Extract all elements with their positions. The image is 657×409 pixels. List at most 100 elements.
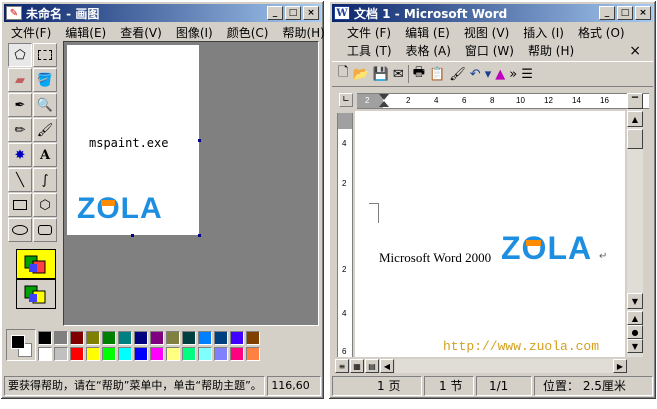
color-swatch[interactable] xyxy=(38,331,52,345)
normal-view-icon[interactable]: ≡ xyxy=(335,359,349,373)
split-handle-icon[interactable]: ▔ xyxy=(627,93,643,109)
menu-file[interactable]: 文件 (F) xyxy=(340,24,398,41)
menu-help[interactable]: 帮助 (H) xyxy=(521,42,581,59)
numbering-icon[interactable]: ☰ xyxy=(521,67,533,82)
menu-edit[interactable]: 编辑 (E) xyxy=(398,24,457,41)
previous-page-icon[interactable]: ▲ xyxy=(627,311,643,325)
maximize-button[interactable]: □ xyxy=(285,6,301,20)
mail-icon[interactable]: ✉ xyxy=(393,67,404,82)
pencil-tool-icon[interactable]: ✏ xyxy=(8,118,32,142)
word-title-bar[interactable]: W 文档 1 - Microsoft Word _ □ × xyxy=(332,4,653,22)
rect-select-tool-icon[interactable] xyxy=(33,43,57,67)
color-swatch[interactable] xyxy=(54,331,68,345)
text-tool-icon[interactable]: A xyxy=(33,143,57,167)
print-view-icon[interactable]: ▤ xyxy=(365,359,379,373)
horizontal-scrollbar[interactable]: ▶ xyxy=(395,359,627,373)
color-swatch[interactable] xyxy=(182,331,196,345)
current-colors-box[interactable] xyxy=(6,329,36,361)
open-icon[interactable]: 📂 xyxy=(352,67,368,82)
color-swatch[interactable] xyxy=(150,331,164,345)
color-swatch[interactable] xyxy=(166,347,180,361)
color-swatch[interactable] xyxy=(166,331,180,345)
color-swatch[interactable] xyxy=(214,347,228,361)
format-painter-icon[interactable]: 🖌 xyxy=(449,67,466,82)
scroll-thumb[interactable] xyxy=(627,129,643,149)
color-swatch[interactable] xyxy=(246,347,260,361)
web-view-icon[interactable]: ▦ xyxy=(350,359,364,373)
document-text[interactable]: Microsoft Word 2000 xyxy=(379,250,491,266)
document-page[interactable]: Microsoft Word 2000 ZOLA ↵ http://www.zu… xyxy=(355,111,625,357)
color-swatch[interactable] xyxy=(230,331,244,345)
color-swatch[interactable] xyxy=(54,347,68,361)
scroll-right-icon[interactable]: ▶ xyxy=(613,359,627,373)
indent-marker-icon[interactable] xyxy=(379,94,389,100)
color-swatch[interactable] xyxy=(246,331,260,345)
color-swatch[interactable] xyxy=(70,331,84,345)
menu-colors[interactable]: 颜色(C) xyxy=(220,24,276,41)
vertical-scrollbar[interactable]: ▔ ▲ ▼ ▲ ● ▼ xyxy=(627,93,643,357)
opaque-option-icon[interactable] xyxy=(16,279,56,309)
close-document-icon[interactable]: × xyxy=(629,43,641,59)
resize-handle-right[interactable] xyxy=(198,139,201,142)
color-swatch[interactable] xyxy=(86,347,100,361)
save-icon[interactable]: 💾 xyxy=(373,67,389,82)
curve-tool-icon[interactable]: ∫ xyxy=(33,168,57,192)
menu-edit[interactable]: 编辑(E) xyxy=(58,24,113,41)
transparent-option-icon[interactable] xyxy=(16,249,56,279)
fill-tool-icon[interactable]: 🪣 xyxy=(33,68,57,92)
horizontal-ruler[interactable]: 2 2 4 6 8 10 12 14 16 xyxy=(357,93,649,109)
undo-icon[interactable]: ↶ ▾ xyxy=(470,67,492,82)
magnifier-tool-icon[interactable]: 🔍 xyxy=(33,93,57,117)
color-swatch[interactable] xyxy=(38,347,52,361)
menu-table[interactable]: 表格 (A) xyxy=(399,42,458,59)
menu-view[interactable]: 视图 (V) xyxy=(457,24,516,41)
color-swatch[interactable] xyxy=(102,331,116,345)
menu-window[interactable]: 窗口 (W) xyxy=(458,42,521,59)
color-swatch[interactable] xyxy=(182,347,196,361)
color-swatch[interactable] xyxy=(118,347,132,361)
rectangle-tool-icon[interactable] xyxy=(8,193,32,217)
close-button[interactable]: × xyxy=(635,6,651,20)
indent-marker-bottom-icon[interactable] xyxy=(379,101,389,107)
menu-help[interactable]: 帮助(H) xyxy=(275,24,331,41)
menu-format[interactable]: 格式 (O) xyxy=(571,24,632,41)
brush-tool-icon[interactable]: 🖌 xyxy=(33,118,57,142)
print-icon[interactable]: 🖶 xyxy=(413,63,425,85)
line-tool-icon[interactable]: ╲ xyxy=(8,168,32,192)
color-swatch[interactable] xyxy=(150,347,164,361)
color-swatch[interactable] xyxy=(134,347,148,361)
maximize-button[interactable]: □ xyxy=(617,6,633,20)
polygon-tool-icon[interactable]: ⬡ xyxy=(33,193,57,217)
free-select-tool-icon[interactable]: ⬠ xyxy=(8,43,32,67)
close-button[interactable]: × xyxy=(303,6,319,20)
color-swatch[interactable] xyxy=(230,347,244,361)
airbrush-tool-icon[interactable]: ✸ xyxy=(8,143,32,167)
eraser-tool-icon[interactable]: ▰ xyxy=(8,68,32,92)
paste-icon[interactable]: 📋 xyxy=(429,67,445,82)
highlight-icon[interactable]: ▲ xyxy=(495,67,505,82)
color-swatch[interactable] xyxy=(118,331,132,345)
ellipse-tool-icon[interactable] xyxy=(8,218,32,242)
toolbar-more-icon[interactable]: » xyxy=(509,67,517,82)
minimize-button[interactable]: _ xyxy=(599,6,615,20)
color-swatch[interactable] xyxy=(102,347,116,361)
menu-file[interactable]: 文件(F) xyxy=(4,24,58,41)
menu-insert[interactable]: 插入 (I) xyxy=(516,24,571,41)
menu-image[interactable]: 图像(I) xyxy=(169,24,220,41)
color-swatch[interactable] xyxy=(198,331,212,345)
color-picker-tool-icon[interactable]: ✒ xyxy=(8,93,32,117)
color-swatch[interactable] xyxy=(134,331,148,345)
tab-selector-icon[interactable]: ∟ xyxy=(339,93,353,107)
paint-title-bar[interactable]: ✎ 未命名 - 画图 _ □ × xyxy=(4,4,321,22)
drawing-canvas[interactable]: mspaint.exe ZOLA xyxy=(67,45,199,235)
scroll-up-icon[interactable]: ▲ xyxy=(627,111,643,127)
vertical-ruler[interactable]: 4 2 2 4 6 xyxy=(337,113,353,357)
next-page-icon[interactable]: ▼ xyxy=(627,339,643,353)
resize-handle-corner[interactable] xyxy=(198,234,201,237)
menu-tools[interactable]: 工具 (T) xyxy=(340,42,399,59)
rounded-rect-tool-icon[interactable] xyxy=(33,218,57,242)
color-swatch[interactable] xyxy=(198,347,212,361)
minimize-button[interactable]: _ xyxy=(267,6,283,20)
color-swatch[interactable] xyxy=(214,331,228,345)
foreground-color-swatch[interactable] xyxy=(11,335,25,349)
